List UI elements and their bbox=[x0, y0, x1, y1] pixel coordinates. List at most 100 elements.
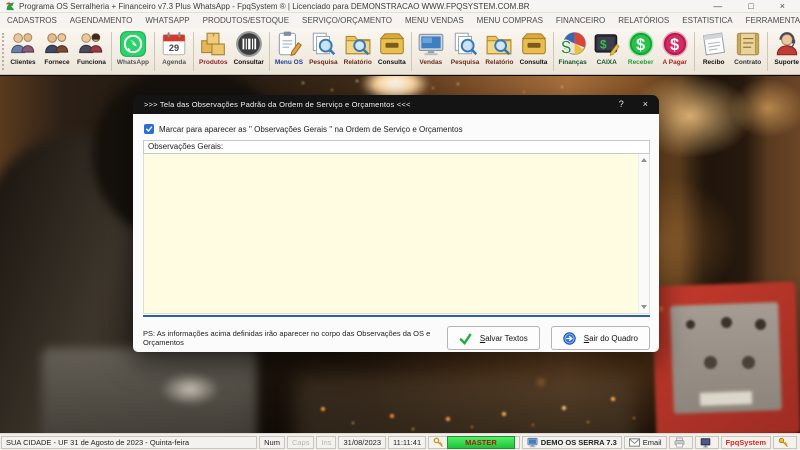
toolbar-a-pagar[interactable]: $ A Pagar bbox=[658, 29, 692, 74]
scroll-down-icon[interactable] bbox=[641, 305, 647, 309]
toolbar-recibo[interactable]: Recibo bbox=[697, 29, 731, 74]
save-texts-button[interactable]: Salvar Textos bbox=[446, 326, 540, 350]
toolbar-agenda[interactable]: 29 Agenda bbox=[157, 29, 191, 74]
products-icon bbox=[199, 30, 227, 58]
titlebar: Programa OS Serralheria + Financeiro v7.… bbox=[0, 0, 800, 13]
toolbar-whatsapp[interactable]: WhatsApp bbox=[114, 29, 152, 74]
arrow-circle-icon bbox=[563, 331, 576, 345]
toolbar-produtos[interactable]: Produtos bbox=[196, 29, 231, 74]
workbench-machine bbox=[42, 348, 257, 433]
toolbar-caixa[interactable]: $ CAIXA bbox=[590, 29, 624, 74]
toolbar-consulta-os[interactable]: Consulta bbox=[375, 29, 409, 74]
observations-textarea[interactable] bbox=[144, 154, 638, 313]
menu-servico-orcamento[interactable]: SERVIÇO/ORÇAMENTO bbox=[302, 16, 392, 25]
email-icon bbox=[628, 437, 640, 448]
toolbar-drag-handle[interactable] bbox=[2, 33, 4, 70]
machine-panel bbox=[670, 302, 782, 414]
dialog-help-button[interactable]: ? bbox=[619, 99, 624, 110]
observations-dialog: >>> Tela das Observações Padrão da Ordem… bbox=[133, 95, 659, 352]
toolbar-consulta-vendas[interactable]: Consulta bbox=[517, 29, 551, 74]
support-icon bbox=[773, 30, 800, 58]
menu-ferramentas[interactable]: FERRAMENTAS bbox=[746, 16, 800, 25]
toolbar-relatorio-vendas[interactable]: Relatório bbox=[482, 29, 516, 74]
observations-field-label: Observações Gerais: bbox=[143, 140, 650, 154]
toolbar-suporte[interactable]: Suporte bbox=[770, 29, 800, 74]
status-caps-lock: Caps bbox=[286, 435, 315, 449]
machine-label bbox=[699, 391, 753, 406]
menu-agendamento[interactable]: AGENDAMENTO bbox=[70, 16, 133, 25]
exit-dialog-button[interactable]: Sair do Quadro bbox=[550, 326, 650, 350]
folder-search-icon bbox=[485, 30, 513, 58]
app-logo-icon bbox=[5, 1, 15, 11]
clients-icon bbox=[9, 30, 37, 58]
toolbar-item[interactable] bbox=[268, 32, 270, 71]
observations-checkbox[interactable] bbox=[144, 124, 154, 134]
menu-whatsapp[interactable]: WHATSAPP bbox=[145, 16, 189, 25]
menu-estatistica[interactable]: ESTATISTICA bbox=[682, 16, 732, 25]
toolbar-vendas[interactable]: Vendas bbox=[414, 29, 448, 74]
toolbar-pesquisa-os[interactable]: Pesquisa bbox=[306, 29, 341, 74]
blue-divider bbox=[143, 315, 650, 317]
toolbar-contrato[interactable]: Contrato bbox=[731, 29, 765, 74]
menu-financeiro[interactable]: FINANCEIRO bbox=[556, 16, 605, 25]
menu-cadastros[interactable]: CADASTROS bbox=[7, 16, 57, 25]
svg-text:$: $ bbox=[600, 37, 607, 51]
toolbar-financas[interactable]: $ Finanças bbox=[556, 29, 590, 74]
clipboard-icon bbox=[275, 30, 303, 58]
toolbar-receber[interactable]: $ Receber bbox=[624, 29, 658, 74]
whatsapp-icon bbox=[119, 30, 147, 58]
toolbar-pesquisa-vendas[interactable]: Pesquisa bbox=[448, 29, 483, 74]
menu-produtos-estoque[interactable]: PRODUTOS/ESTOQUE bbox=[203, 16, 289, 25]
receive-icon: $ bbox=[627, 30, 655, 58]
employees-icon bbox=[77, 30, 105, 58]
status-insert: Ins bbox=[316, 435, 337, 449]
menu-vendas[interactable]: MENU VENDAS bbox=[405, 16, 464, 25]
footnote-text: PS: As informações acima definidas irão … bbox=[143, 329, 431, 347]
pay-icon: $ bbox=[661, 30, 689, 58]
status-app-version: DEMO OS SERRA 7.3 bbox=[521, 435, 622, 449]
search-docs-icon bbox=[451, 30, 479, 58]
checkbox-check-icon bbox=[145, 126, 153, 132]
minimize-button[interactable]: — bbox=[713, 1, 722, 12]
close-button[interactable]: × bbox=[780, 1, 785, 12]
textarea-scrollbar[interactable] bbox=[638, 154, 649, 313]
svg-text:29: 29 bbox=[169, 43, 179, 53]
status-location-date: SUA CIDADE - UF 31 de Agosto de 2023 - Q… bbox=[1, 435, 258, 449]
toolbar-funcionario[interactable]: Funciona bbox=[74, 29, 109, 74]
red-welding-machine bbox=[651, 281, 800, 433]
svg-text:$: $ bbox=[670, 36, 679, 54]
toolbar-item[interactable] bbox=[154, 32, 156, 71]
toolbar-consultar[interactable]: Consultar bbox=[231, 29, 267, 74]
toolbar-clientes[interactable]: Clientes bbox=[6, 29, 40, 74]
status-key bbox=[773, 435, 797, 449]
toolbar-item[interactable] bbox=[693, 32, 695, 71]
toolbar-fornecedor[interactable]: Fornece bbox=[40, 29, 74, 74]
receipt-icon bbox=[700, 30, 728, 58]
toolbar-item[interactable] bbox=[410, 32, 412, 71]
menu-compras[interactable]: MENU COMPRAS bbox=[477, 16, 543, 25]
toolbar-item[interactable] bbox=[110, 32, 112, 71]
scroll-up-icon[interactable] bbox=[641, 158, 647, 162]
key-icon bbox=[433, 437, 444, 448]
observations-textarea-wrap bbox=[143, 154, 650, 314]
status-date: 31/08/2023 bbox=[338, 435, 387, 449]
dialog-close-button[interactable]: × bbox=[643, 99, 648, 110]
monitor-sales-icon bbox=[417, 30, 445, 58]
toolbar-relatorio-os[interactable]: Relatório bbox=[341, 29, 375, 74]
app-window: Programa OS Serralheria + Financeiro v7.… bbox=[0, 0, 800, 450]
maximize-button[interactable]: □ bbox=[748, 1, 753, 12]
dialog-titlebar: >>> Tela das Observações Padrão da Ordem… bbox=[133, 95, 659, 114]
search-docs-icon bbox=[309, 30, 337, 58]
check-icon bbox=[459, 332, 472, 345]
toolbar-item[interactable] bbox=[552, 32, 554, 71]
menu-relatorios[interactable]: RELATÓRIOS bbox=[618, 16, 669, 25]
toolbar-item[interactable] bbox=[766, 32, 768, 71]
window-controls: — □ × bbox=[713, 1, 795, 12]
toolbar-item[interactable] bbox=[193, 32, 195, 71]
printer-icon bbox=[674, 437, 685, 448]
toolbar-menu-os[interactable]: Menu OS bbox=[272, 29, 306, 74]
folder-search-icon bbox=[344, 30, 372, 58]
status-printer bbox=[668, 435, 693, 449]
screen-icon bbox=[700, 437, 711, 448]
computer-icon bbox=[527, 437, 538, 448]
